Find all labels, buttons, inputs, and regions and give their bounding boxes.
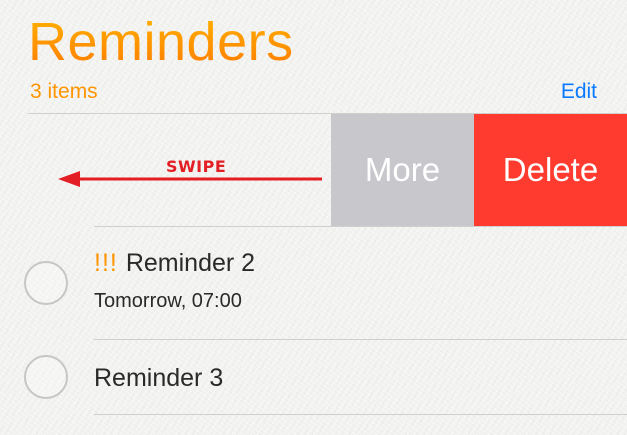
reminder-title[interactable]: Reminder 3 xyxy=(94,364,223,393)
more-button[interactable]: More xyxy=(331,114,474,226)
row-divider xyxy=(94,226,627,227)
left-arrow-icon xyxy=(58,171,322,187)
reminder-due-date: Tomorrow, 07:00 xyxy=(94,290,242,312)
swiped-reminder-row[interactable]: SWIPE xyxy=(0,114,331,226)
complete-checkbox-reminder-3[interactable] xyxy=(24,355,68,399)
priority-marker: !!! xyxy=(94,249,118,277)
row-divider xyxy=(94,414,627,415)
reminder-title[interactable]: !!! Reminder 2 xyxy=(94,249,255,278)
complete-checkbox-reminder-2[interactable] xyxy=(24,261,68,305)
reminder-title-text: Reminder 2 xyxy=(125,249,256,277)
reminder-title-text: Reminder 3 xyxy=(94,364,224,392)
row-divider xyxy=(94,339,627,340)
page-title: Reminders xyxy=(28,12,294,72)
edit-button[interactable]: Edit xyxy=(561,80,597,104)
delete-button[interactable]: Delete xyxy=(474,114,627,226)
item-count: 3 items xyxy=(30,80,98,103)
